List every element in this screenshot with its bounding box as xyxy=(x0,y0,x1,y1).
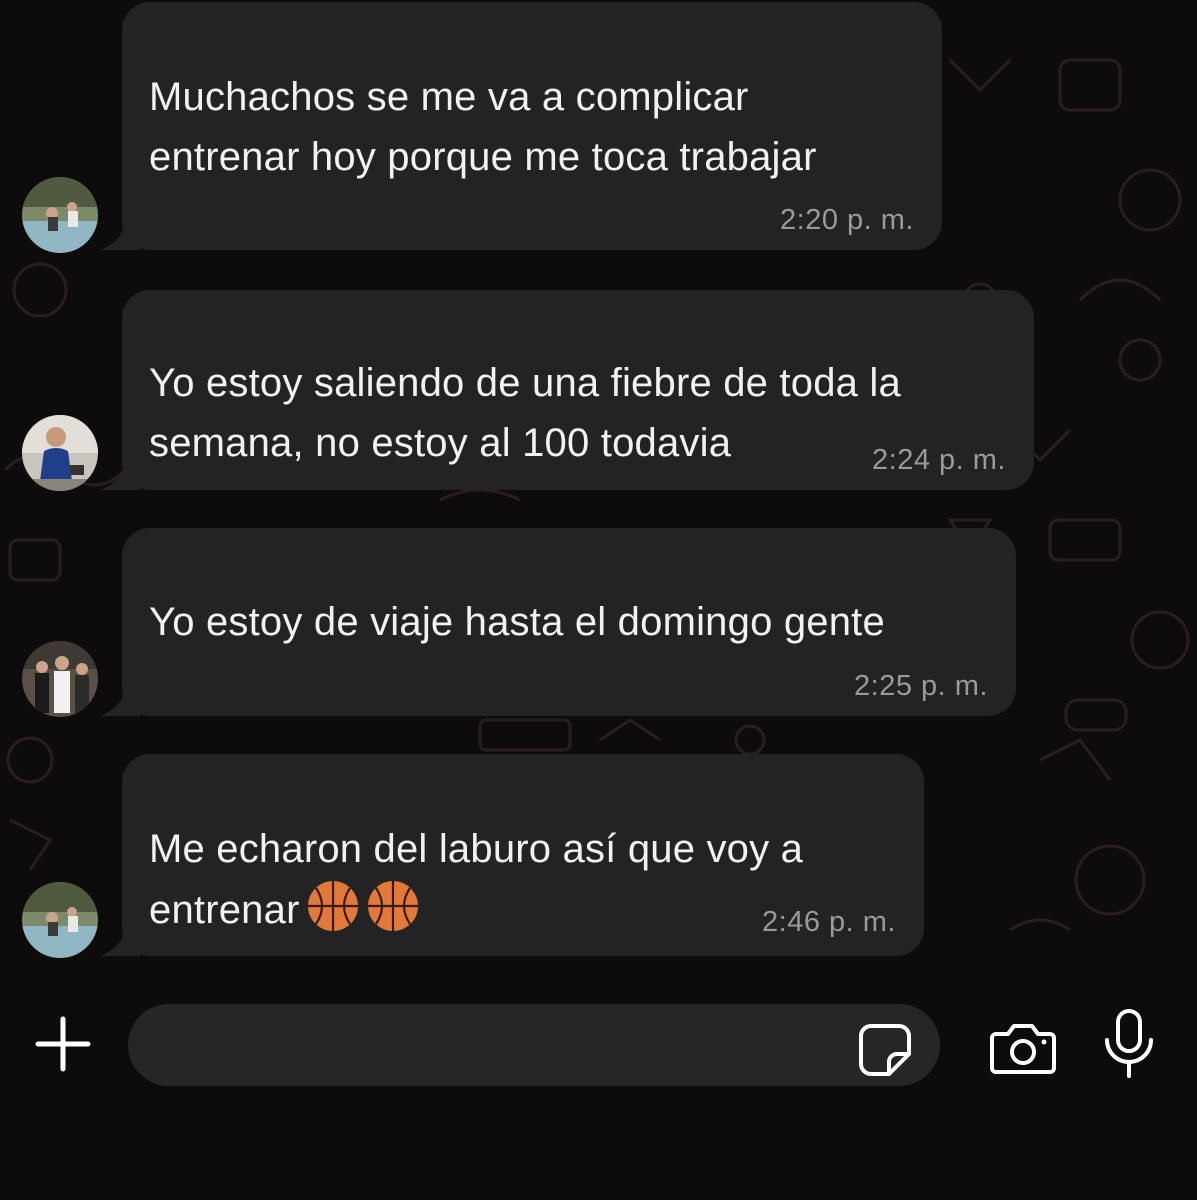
message-input[interactable] xyxy=(128,1004,940,1086)
basketball-icon xyxy=(307,881,358,931)
message-bubble[interactable]: Yo estoy saliendo de una fiebre de toda … xyxy=(100,290,1034,490)
sender-avatar[interactable] xyxy=(22,882,98,958)
message-line: Yo estoy saliendo de una fiebre de toda … xyxy=(149,361,901,405)
message-line: entrenar xyxy=(149,888,300,932)
message-line: Yo estoy de viaje hasta el domingo gente xyxy=(149,600,885,644)
group-photo-avatar xyxy=(22,177,98,253)
message-bubble[interactable]: Yo estoy de viaje hasta el domingo gente… xyxy=(100,528,1016,716)
bubble-tail xyxy=(100,220,140,250)
message-line: Muchachos se me va a complicar xyxy=(149,75,749,119)
message-time: 2:25 p. m. xyxy=(854,670,988,702)
message-line: semana, no estoy al 100 todavia xyxy=(149,421,732,465)
composer-bar xyxy=(0,980,1197,1200)
camera-icon[interactable] xyxy=(990,1020,1056,1076)
message-time: 2:20 p. m. xyxy=(780,204,914,236)
message-bubble[interactable]: Me echaron del laburo así que voy a entr… xyxy=(100,754,924,956)
basketball-icon xyxy=(367,881,418,931)
group-photo-avatar xyxy=(22,882,98,958)
bubble-tail xyxy=(100,460,140,490)
group-photo-avatar xyxy=(22,641,98,717)
person-avatar xyxy=(22,415,98,491)
message-bubble[interactable]: Muchachos se me va a complicar entrenar … xyxy=(100,2,942,250)
message-text: Me echaron del laburo así que voy a entr… xyxy=(149,819,803,940)
bubble-tail xyxy=(100,686,140,716)
sticker-icon[interactable] xyxy=(857,1022,913,1078)
message-line: entrenar hoy porque me toca trabajar xyxy=(149,135,817,179)
bubble-tail xyxy=(100,926,140,956)
sender-avatar[interactable] xyxy=(22,177,98,253)
message-time: 2:24 p. m. xyxy=(872,444,1006,476)
microphone-icon[interactable] xyxy=(1102,1008,1156,1080)
message-text: Muchachos se me va a complicar entrenar … xyxy=(149,67,817,187)
sender-avatar[interactable] xyxy=(22,641,98,717)
sender-avatar[interactable] xyxy=(22,415,98,491)
message-time: 2:46 p. m. xyxy=(762,906,896,938)
message-line: Me echaron del laburo así que voy a xyxy=(149,827,804,871)
message-line-with-emoji: entrenar xyxy=(149,879,803,940)
message-text: Yo estoy de viaje hasta el domingo gente xyxy=(149,592,885,652)
plus-icon[interactable] xyxy=(34,1015,92,1073)
chat-area: Muchachos se me va a complicar entrenar … xyxy=(0,0,1197,980)
message-text: Yo estoy saliendo de una fiebre de toda … xyxy=(149,353,901,473)
